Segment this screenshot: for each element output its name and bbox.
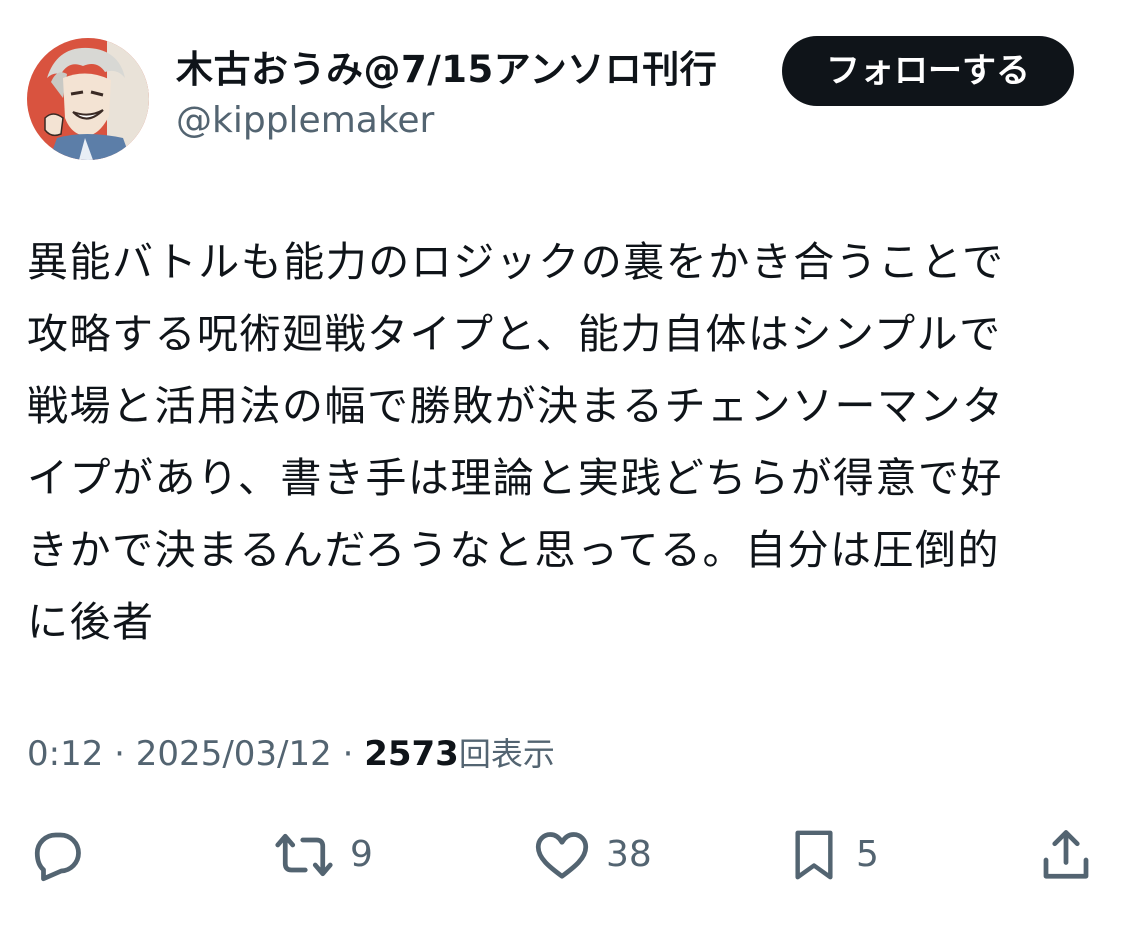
reply-button[interactable] — [26, 810, 86, 900]
follow-button[interactable]: フォローする — [782, 36, 1074, 106]
share-button[interactable] — [1036, 810, 1096, 900]
user-names: 木古おうみ@7/15アンソロ刊行 @kipplemaker — [176, 44, 766, 144]
tweet-time[interactable]: 0:12 — [27, 734, 103, 774]
share-upload-icon — [1043, 830, 1089, 879]
tweet-date[interactable]: 2025/03/12 — [136, 734, 332, 774]
avatar-illustration — [27, 38, 149, 160]
bookmark-count: 5 — [856, 834, 879, 875]
meta-separator: · — [114, 734, 125, 774]
tweet-text: 異能バトルも能力のロジックの裏をかき合うことで 攻略する呪術廻戦タイプと、能力自… — [27, 226, 1077, 658]
tweet-text-line: イプがあり、書き手は理論と実践どちらが得意で好 — [27, 454, 1003, 502]
meta-separator: · — [342, 734, 354, 774]
retweet-count: 9 — [350, 834, 373, 875]
tweet-text-line: 戦場と活用法の幅で勝敗が決まるチェンソーマンタ — [27, 382, 1005, 430]
user-handle[interactable]: @kipplemaker — [176, 98, 766, 144]
action-bar: 9 38 5 — [0, 810, 1125, 900]
display-name[interactable]: 木古おうみ@7/15アンソロ刊行 — [176, 44, 766, 96]
retweet-icon — [275, 833, 333, 877]
tweet-text-line: きかで決まるんだろうなと思ってる。自分は圧倒的 — [27, 526, 1000, 574]
views-label: 回表示 — [458, 735, 555, 773]
bookmark-button[interactable]: 5 — [786, 810, 879, 900]
reply-bubble-icon — [34, 832, 81, 882]
tweet-text-line: 攻略する呪術廻戦タイプと、能力自体はシンプルで — [27, 310, 1002, 358]
tweet-text-line: に後者 — [27, 598, 155, 646]
avatar[interactable] — [27, 38, 149, 160]
tweet-meta: 0:12 · 2025/03/12 · 2573回表示 — [27, 730, 555, 778]
like-count: 38 — [606, 834, 652, 875]
bookmark-icon — [795, 830, 833, 880]
heart-icon — [535, 832, 589, 879]
views-count[interactable]: 2573 — [364, 734, 459, 774]
like-button[interactable]: 38 — [532, 810, 652, 900]
tweet-text-line: 異能バトルも能力のロジックの裏をかき合うことで — [27, 238, 1005, 286]
tweet-card: 木古おうみ@7/15アンソロ刊行 @kipplemaker フォローする 異能バ… — [0, 0, 1125, 950]
retweet-button[interactable]: 9 — [272, 810, 373, 900]
